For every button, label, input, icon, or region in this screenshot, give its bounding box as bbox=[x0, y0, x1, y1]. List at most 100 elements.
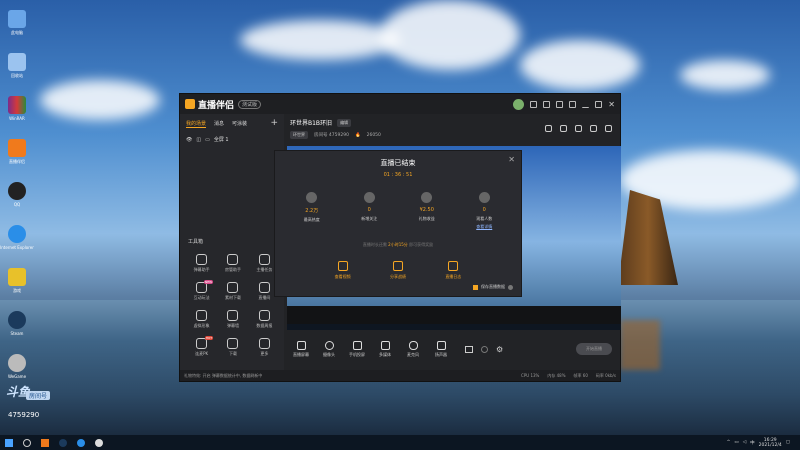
taskbar-search[interactable] bbox=[18, 435, 36, 450]
desktop-icons: 此电脑 回收站 WinRAR 直播伴侣 QQ Internet Explorer… bbox=[0, 4, 34, 391]
control-label: 多媒体 bbox=[379, 351, 391, 357]
view-details-link[interactable]: 查看详情 bbox=[476, 224, 492, 230]
tool-barrage-wall[interactable]: 弹幕墙 bbox=[217, 310, 248, 329]
message-icon[interactable] bbox=[530, 100, 538, 108]
stat-label: 礼物收益 bbox=[418, 216, 435, 221]
gear-icon[interactable]: ⚙ bbox=[496, 345, 503, 354]
desktop-icon-app[interactable]: 直播伴侣 bbox=[3, 133, 31, 176]
gift-box-icon[interactable] bbox=[543, 100, 551, 108]
stat-value: 0 bbox=[482, 207, 486, 213]
tool-interactive[interactable]: NEW 互动玩法 bbox=[186, 280, 217, 301]
tool-pk[interactable]: HOT 连麦PK bbox=[186, 336, 217, 357]
taskbar-app-live[interactable] bbox=[36, 435, 54, 450]
maximize-icon[interactable] bbox=[595, 100, 603, 108]
control-camera[interactable]: 摄像头 bbox=[315, 340, 343, 358]
desktop-icon-label: 直播伴侣 bbox=[9, 159, 25, 164]
tip-prefix: 直播时长还需 bbox=[362, 242, 387, 247]
room-info: 房间号 4759290 bbox=[314, 133, 349, 138]
cloud bbox=[680, 60, 770, 90]
tool-barrage-helper[interactable]: 弹幕助手 bbox=[186, 254, 217, 273]
share-record-button[interactable]: 分享战绩 bbox=[390, 261, 406, 280]
start-live-button[interactable]: 开始直播 bbox=[576, 343, 612, 355]
desktop-icon-ie[interactable]: Internet Explorer bbox=[0, 219, 34, 262]
calendar-icon bbox=[227, 310, 239, 321]
view-video-button[interactable]: 查看视频 bbox=[335, 261, 351, 280]
room-number-tag: 房间号 bbox=[26, 391, 51, 400]
help-icon[interactable] bbox=[508, 284, 513, 290]
desktop-icon-game[interactable]: 游戏 bbox=[3, 262, 31, 305]
control-screen[interactable]: 直播屏幕 bbox=[287, 340, 315, 358]
tip-highlight: 2小时15分 bbox=[388, 242, 408, 247]
edit-title-button[interactable]: 编辑 bbox=[337, 118, 352, 127]
taskbar-app-chrome[interactable] bbox=[90, 435, 108, 450]
tool-more[interactable]: 更多 bbox=[249, 338, 280, 357]
desktop-icon-pc[interactable]: 此电脑 bbox=[3, 4, 31, 47]
tab-skins[interactable]: 可涂装 bbox=[232, 120, 247, 128]
camera-icon bbox=[324, 340, 334, 350]
fps-metric: 帧率 60 bbox=[573, 372, 588, 378]
bell-icon[interactable] bbox=[590, 125, 597, 132]
windows-icon bbox=[5, 438, 13, 447]
scene-item[interactable]: 👁 ◫ ▭ 全屏 1 bbox=[180, 132, 284, 147]
desktop-icon-recycle-bin[interactable]: 回收站 bbox=[3, 47, 31, 90]
close-icon[interactable]: ✕ bbox=[608, 100, 615, 109]
checkbox-checked[interactable] bbox=[473, 284, 478, 290]
tool-download[interactable]: 下载 bbox=[217, 338, 248, 357]
minimize-icon[interactable] bbox=[582, 101, 590, 108]
steam-icon bbox=[59, 438, 67, 447]
tool-room-manager[interactable]: 房管助手 bbox=[217, 254, 248, 273]
close-icon[interactable]: ✕ bbox=[508, 155, 515, 164]
tool-virtual-avatar[interactable]: 虚拟形象 bbox=[186, 310, 217, 329]
desktop-icon-steam[interactable]: Steam bbox=[3, 305, 31, 348]
volume-icon[interactable]: ◁ bbox=[743, 440, 746, 445]
tab-my-scenes[interactable]: 我的场景 bbox=[186, 120, 207, 128]
action-label: 分享战绩 bbox=[389, 274, 406, 279]
share-icon[interactable] bbox=[605, 125, 612, 132]
timer-icon[interactable] bbox=[481, 345, 488, 353]
shirt-icon[interactable] bbox=[556, 100, 564, 108]
lock-icon[interactable]: ◫ bbox=[196, 137, 201, 143]
stream-meta: 环世界 房间号 4759290 🔥 26050 bbox=[290, 131, 620, 139]
ime-icon[interactable]: 中 bbox=[750, 440, 755, 446]
chevron-up-icon[interactable]: ^ bbox=[727, 440, 731, 445]
calendar-icon[interactable] bbox=[545, 125, 552, 132]
desktop-icon-qq[interactable]: QQ bbox=[3, 176, 31, 219]
eye-icon[interactable]: 👁 bbox=[186, 137, 192, 143]
network-icon[interactable]: ▭ bbox=[734, 440, 738, 445]
tool-asset-download[interactable]: 素材下载 bbox=[217, 282, 248, 301]
cloud bbox=[240, 20, 400, 60]
avatar[interactable] bbox=[513, 98, 525, 110]
scene-tabs: 我的场景 消息 可涂装 + bbox=[180, 114, 284, 132]
control-media[interactable]: 多媒体 bbox=[371, 340, 399, 358]
live-log-button[interactable]: 直播日志 bbox=[445, 261, 461, 280]
stat-value: ¥2.50 bbox=[419, 207, 434, 213]
control-mic[interactable]: 麦克风 bbox=[399, 340, 427, 358]
tab-messages[interactable]: 消息 bbox=[214, 120, 224, 128]
control-phone[interactable]: 手机投屏 bbox=[343, 340, 371, 358]
tool-label: 更多 bbox=[260, 351, 269, 356]
tool-label: 弹幕助手 bbox=[193, 267, 210, 272]
fans-count: 26050 bbox=[366, 132, 381, 138]
title-bar[interactable]: 直播伴侣 测试版 ✕ bbox=[180, 94, 620, 114]
cloud bbox=[40, 80, 160, 120]
menu-icon[interactable] bbox=[569, 100, 577, 108]
notification-icon[interactable]: ▢ bbox=[786, 440, 790, 445]
control-speaker[interactable]: 扬声器 bbox=[427, 340, 455, 358]
taskbar-app-edge[interactable] bbox=[72, 435, 90, 450]
clock[interactable]: 16:29 2021/12/4 bbox=[759, 438, 782, 448]
category-badge[interactable]: 环世界 bbox=[290, 131, 308, 139]
add-scene-icon[interactable]: + bbox=[270, 119, 278, 128]
lock-icon[interactable] bbox=[560, 125, 567, 132]
scene-panel: 我的场景 消息 可涂装 + 👁 ◫ ▭ 全屏 1 工具箱 弹幕助手 房管助手 主… bbox=[180, 114, 284, 381]
memory-metric: 内存 48% bbox=[547, 372, 566, 378]
desktop-icon-winrar[interactable]: WinRAR bbox=[3, 90, 31, 133]
tool-label: 下载 bbox=[228, 351, 237, 356]
settings-icon[interactable] bbox=[575, 125, 582, 132]
mic-icon bbox=[408, 340, 418, 350]
record-icon[interactable] bbox=[465, 345, 473, 353]
tool-weekly-report[interactable]: 数据周报 bbox=[249, 310, 280, 329]
taskbar-app-steam[interactable] bbox=[54, 435, 72, 450]
start-button[interactable] bbox=[0, 435, 18, 450]
save-data-checkbox[interactable]: 保存直播数据 bbox=[473, 284, 513, 290]
desktop-icon-label: 此电脑 bbox=[11, 30, 23, 35]
